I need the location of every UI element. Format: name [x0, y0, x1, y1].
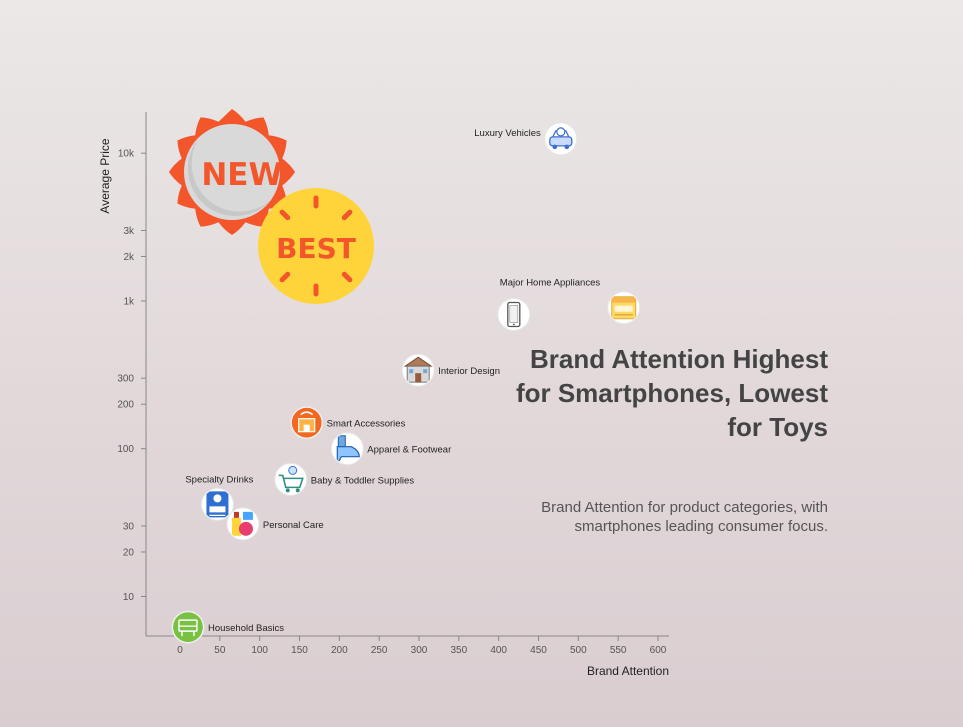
y-tick-label: 30 [123, 521, 135, 532]
x-tick-label: 350 [450, 645, 467, 656]
y-tick-label: 2k [123, 252, 135, 263]
data-point [171, 610, 205, 644]
x-tick-label: 100 [251, 645, 268, 656]
data-point [226, 507, 260, 541]
x-tick-label: 300 [411, 645, 428, 656]
new-badge-label: NEW [201, 157, 282, 193]
point-label: Specialty Drinks [185, 474, 253, 485]
best-badge-label: BEST [276, 232, 356, 265]
chart-headline: Brand Attention Highest for Smartphones,… [515, 344, 828, 442]
point-label: Baby & Toddler Supplies [311, 475, 415, 486]
point-label: Smart Accessories [327, 419, 406, 430]
y-tick-label: 20 [123, 547, 135, 558]
y-axis-ticks: 10 20 30 100 200 300 1k 2k 3k 10k [117, 149, 146, 603]
point-label: Luxury Vehicles [474, 128, 541, 139]
y-tick-label: 10k [118, 149, 135, 160]
point-label: Apparel & Footwear [367, 445, 451, 456]
household-icon [172, 612, 203, 643]
coffee-machine-icon [206, 491, 229, 518]
x-tick-label: 600 [650, 645, 667, 656]
y-tick-label: 200 [117, 400, 134, 411]
y-tick-label: 10 [123, 592, 135, 603]
point-label: Interior Design [438, 366, 500, 377]
x-tick-label: 400 [490, 645, 507, 656]
y-tick-label: 3k [123, 226, 135, 237]
data-point [330, 432, 364, 466]
x-tick-label: 450 [530, 645, 547, 656]
data-point [200, 487, 234, 521]
data-point [274, 462, 308, 496]
chart-subheadline: Brand Attention for product categories, … [541, 499, 828, 535]
best-badge: BEST [258, 188, 374, 304]
smart-device-icon [291, 407, 322, 438]
x-axis-title: Brand Attention [587, 664, 669, 678]
point-label: Major Home Appliances [500, 277, 601, 288]
y-tick-label: 300 [117, 374, 134, 385]
data-point [290, 406, 324, 440]
y-tick-label: 1k [123, 296, 135, 307]
x-tick-label: 200 [331, 645, 348, 656]
point-label: Household Basics [208, 623, 284, 634]
data-point [401, 353, 435, 387]
point-label: Personal Care [263, 520, 324, 531]
x-tick-label: 150 [291, 645, 308, 656]
y-axis-title: Average Price [98, 138, 112, 213]
data-point [607, 291, 641, 325]
x-tick-label: 500 [570, 645, 587, 656]
appliance-icon [611, 296, 637, 320]
data-point [544, 122, 578, 156]
x-axis-ticks: 0 50 100 150 200 250 300 350 400 450 500 550 600 [177, 636, 667, 656]
data-point [497, 297, 531, 331]
x-tick-label: 0 [177, 645, 183, 656]
x-tick-label: 50 [214, 645, 226, 656]
y-tick-label: 100 [117, 444, 134, 455]
x-tick-label: 550 [610, 645, 627, 656]
x-tick-label: 250 [371, 645, 388, 656]
smartphone-icon [507, 301, 521, 328]
